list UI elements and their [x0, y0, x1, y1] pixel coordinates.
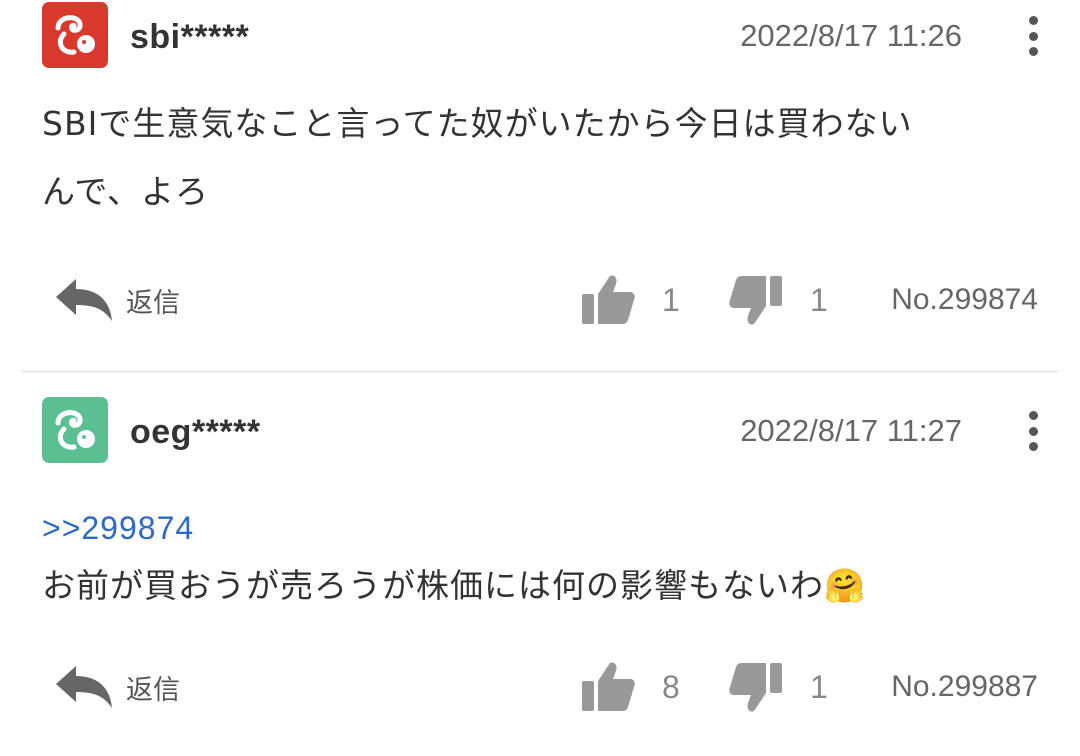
user-avatar-icon	[55, 15, 95, 55]
comment-body: SBIで生意気なこと言ってた奴がいたから今日は買わない んで、よろ	[42, 96, 1042, 220]
thumbs-up-icon	[582, 662, 635, 711]
more-options-icon[interactable]	[1018, 407, 1048, 455]
reply-label: 返信	[126, 287, 180, 319]
dislike-count: 1	[810, 281, 828, 318]
comment-body-line: お前が買おうが売ろうが株価には何の影響もないわ🤗	[42, 558, 1042, 614]
comment-body-line: SBIで生意気なこと言ってた奴がいたから今日は買わない	[42, 104, 913, 143]
user-avatar-icon	[55, 410, 95, 450]
reply-arrow-icon	[56, 279, 112, 321]
like-button[interactable]: 8	[580, 652, 680, 722]
reply-button[interactable]: 返信	[52, 652, 180, 722]
comment-card: sbi***** 2022/8/17 11:26 SBIで生意気なこと言ってた奴…	[0, 0, 1080, 372]
reply-label: 返信	[126, 674, 180, 706]
comment-body-line: んで、よろ	[42, 172, 210, 211]
comment-body: >>299874 お前が買おうが売ろうが株価には何の影響もないわ🤗	[42, 510, 1042, 614]
reply-arrow-icon	[56, 666, 112, 708]
thumbs-down-icon	[729, 276, 782, 325]
like-button[interactable]: 1	[580, 265, 680, 335]
avatar[interactable]	[42, 2, 108, 68]
dislike-count: 1	[810, 668, 828, 705]
comment-body-text: お前が買おうが売ろうが株価には何の影響もないわ	[42, 566, 824, 605]
hugging-face-emoji: 🤗	[824, 566, 867, 605]
like-count: 1	[662, 281, 680, 318]
reply-button[interactable]: 返信	[52, 265, 180, 335]
reply-reference-link[interactable]: >>299874	[42, 510, 1042, 546]
like-count: 8	[662, 668, 680, 705]
username[interactable]: sbi*****	[130, 18, 249, 57]
action-row: 返信 1 1 No.299874	[0, 265, 1080, 335]
thumbs-down-icon	[729, 663, 782, 712]
username[interactable]: oeg*****	[130, 413, 261, 452]
action-row: 返信 8 1 No.299887	[0, 652, 1080, 722]
comment-card: oeg***** 2022/8/17 11:27 >>299874 お前が買おう…	[0, 372, 1080, 756]
dislike-button[interactable]: 1	[728, 652, 828, 722]
post-number: No.299887	[891, 670, 1038, 703]
avatar[interactable]	[42, 397, 108, 463]
thumbs-up-icon	[582, 275, 635, 324]
more-options-icon[interactable]	[1018, 12, 1048, 60]
timestamp: 2022/8/17 11:27	[740, 413, 962, 448]
timestamp: 2022/8/17 11:26	[740, 18, 962, 53]
post-number: No.299874	[891, 283, 1038, 316]
dislike-button[interactable]: 1	[728, 265, 828, 335]
